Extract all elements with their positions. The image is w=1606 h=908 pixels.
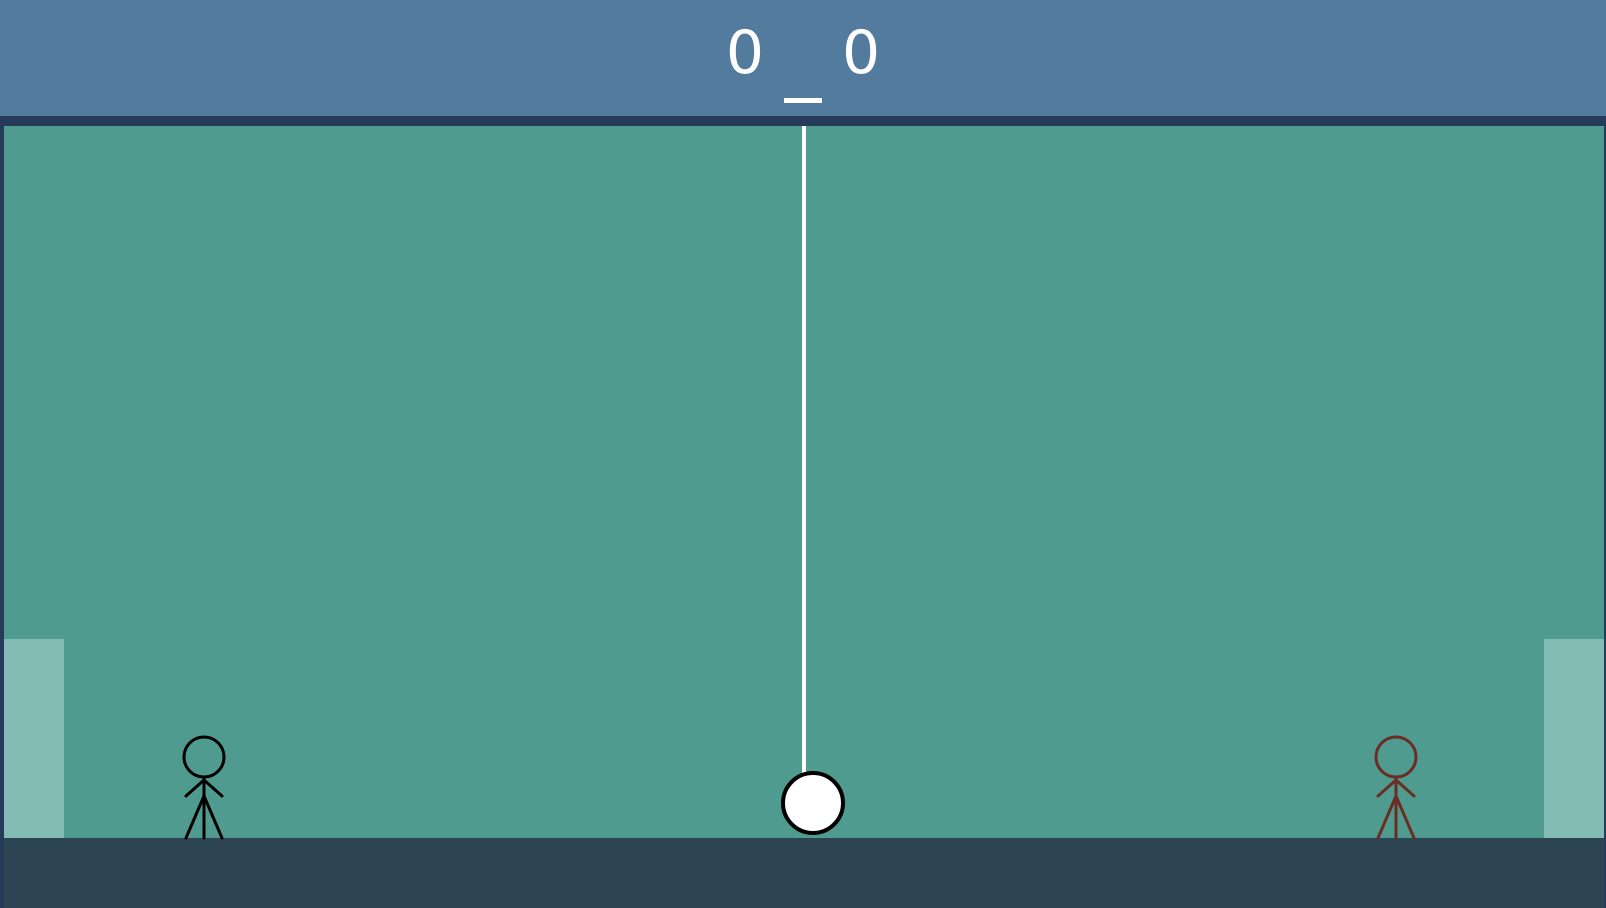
right-score: 0 — [842, 18, 881, 88]
stick-figure-icon — [182, 735, 226, 840]
goal-left — [4, 639, 64, 838]
net — [802, 126, 806, 774]
goal-right — [1544, 639, 1604, 838]
dash-icon — [784, 97, 822, 103]
left-score: 0 — [725, 18, 764, 88]
player-left — [179, 734, 229, 840]
stick-figure-icon — [1374, 735, 1418, 840]
scoreboard: 0 0 — [0, 0, 1606, 116]
score-display: 0 0 — [0, 0, 1606, 106]
game-canvas[interactable]: 0 0 — [0, 0, 1606, 908]
player-right — [1371, 734, 1421, 840]
score-separator — [784, 53, 822, 103]
ground — [4, 838, 1604, 908]
ball-icon — [781, 771, 845, 835]
